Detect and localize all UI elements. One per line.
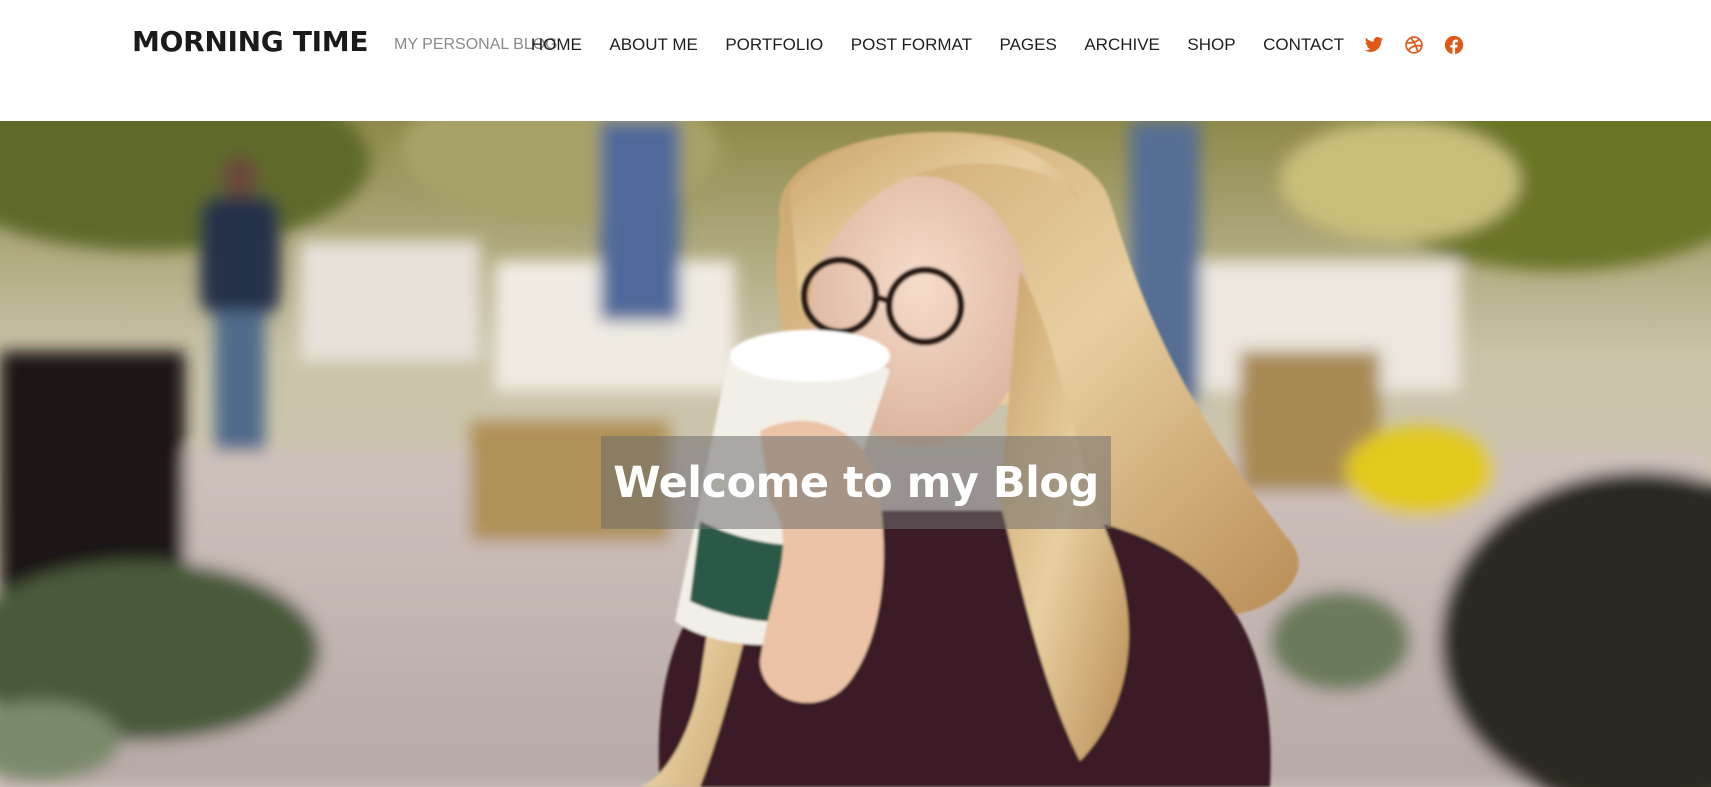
nav-item-archive[interactable]: ARCHIVE [1084,34,1160,56]
nav-item-pages[interactable]: PAGES [1000,34,1057,56]
site-title[interactable]: MORNING TIME [132,25,368,58]
dribbble-icon [1404,35,1424,55]
hero-banner: Welcome to my Blog [0,121,1711,787]
social-links [1364,35,1464,55]
page: MORNING TIME MY PERSONAL BLOG HOME ABOUT… [0,0,1711,787]
facebook-icon [1444,35,1464,55]
twitter-link[interactable] [1364,35,1384,55]
nav-item-contact[interactable]: CONTACT [1263,34,1344,56]
nav-item-post-format[interactable]: POST FORMAT [851,34,972,56]
nav-item-portfolio[interactable]: PORTFOLIO [725,34,823,56]
twitter-icon [1364,35,1384,55]
site-header: MORNING TIME MY PERSONAL BLOG HOME ABOUT… [0,0,1711,121]
dribbble-link[interactable] [1404,35,1424,55]
facebook-link[interactable] [1444,35,1464,55]
nav-item-shop[interactable]: SHOP [1187,34,1235,56]
main-nav: HOME ABOUT ME PORTFOLIO POST FORMAT PAGE… [531,34,1464,56]
nav-item-about-me[interactable]: ABOUT ME [609,34,697,56]
nav-item-home[interactable]: HOME [531,34,582,56]
hero-caption: Welcome to my Blog [601,436,1111,529]
hero-title: Welcome to my Blog [613,457,1099,508]
